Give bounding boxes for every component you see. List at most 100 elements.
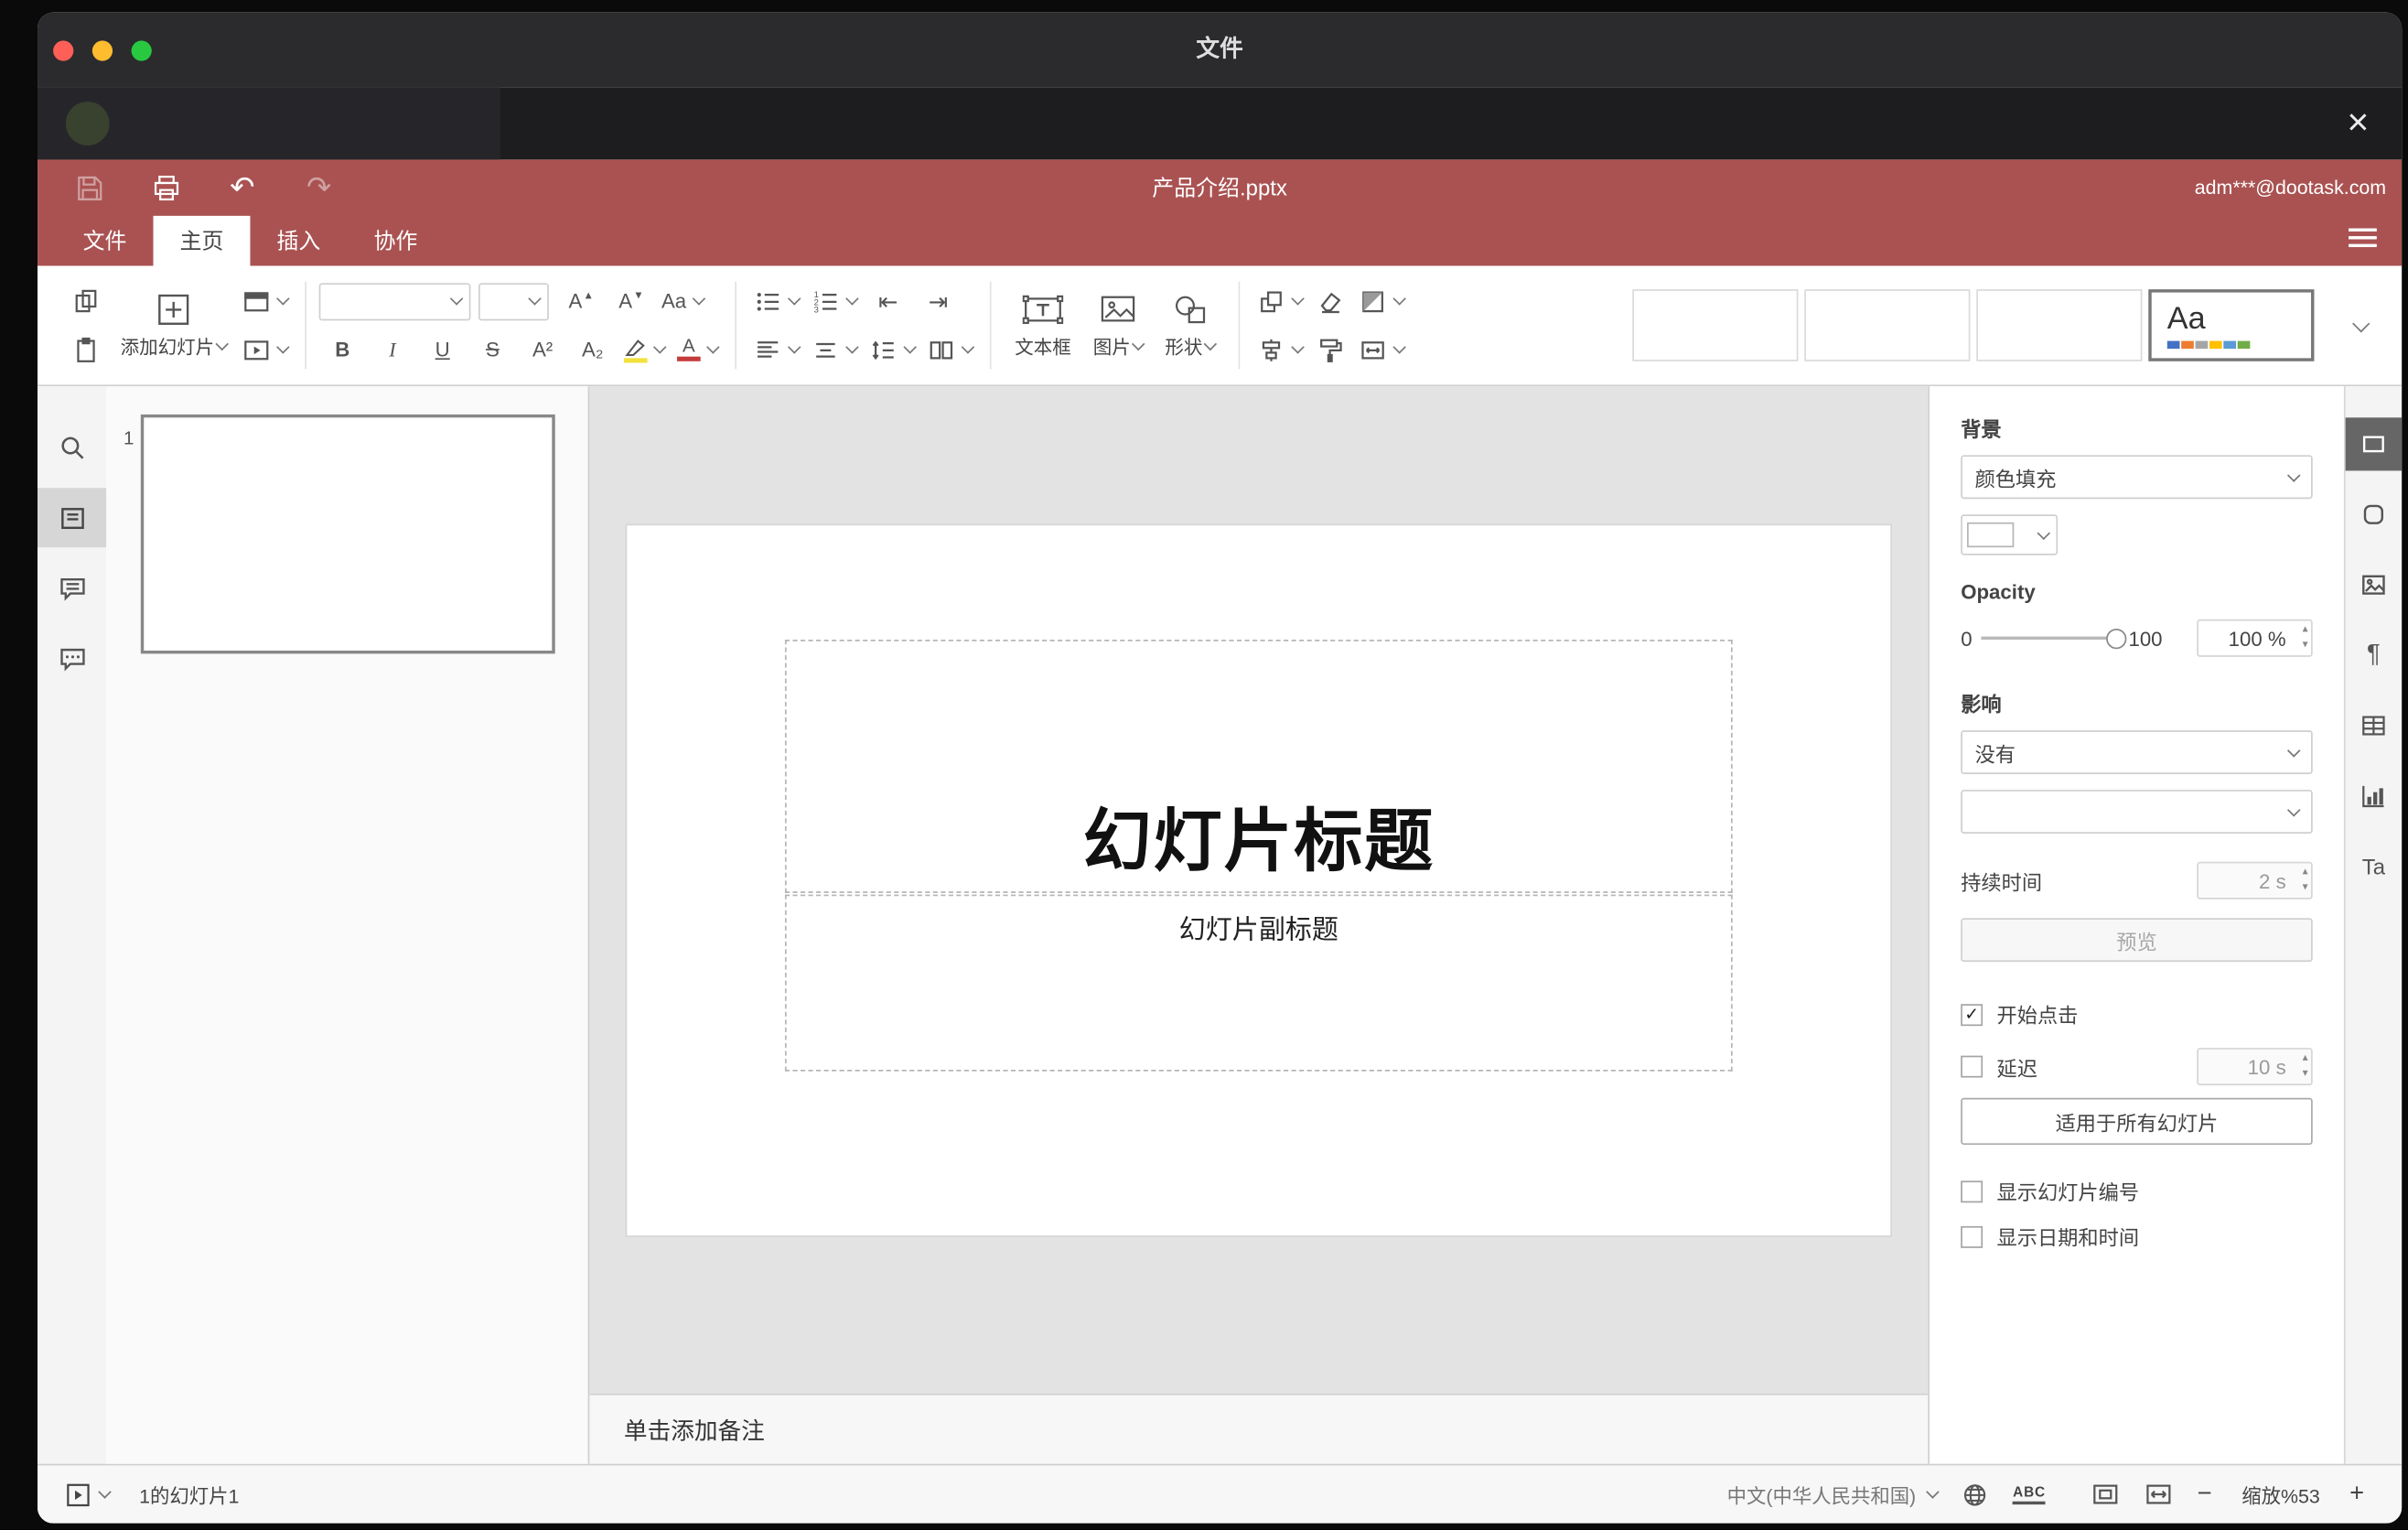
zoom-in-button[interactable]: + xyxy=(2349,1481,2364,1509)
comments-button[interactable] xyxy=(38,558,106,618)
language-select[interactable]: 中文(中华人民共和国) xyxy=(1727,1480,1940,1509)
redo-button[interactable]: ↷ xyxy=(302,170,337,205)
insert-textbox-button[interactable]: 文本框 xyxy=(1004,266,1081,385)
color-scheme-button[interactable] xyxy=(1354,282,1409,319)
delay-spinner[interactable]: ▴ ▾ xyxy=(2303,1051,2308,1083)
columns-button[interactable] xyxy=(922,330,977,368)
insert-shape-button[interactable]: 形状 xyxy=(1154,266,1226,385)
zoom-window-button[interactable] xyxy=(131,40,152,61)
opacity-slider-knob[interactable] xyxy=(2106,629,2127,650)
slide-layout-button[interactable] xyxy=(238,282,293,319)
copy-button[interactable] xyxy=(62,282,109,319)
strikeout-button[interactable]: S xyxy=(469,330,516,368)
fill-color-select[interactable] xyxy=(1961,514,2059,555)
add-slide-button[interactable]: 添加幻灯片 xyxy=(110,266,238,385)
opacity-input[interactable]: 100 % ▴ ▾ xyxy=(2197,619,2313,657)
subscript-button[interactable]: A₂ xyxy=(569,330,616,368)
spellcheck-button[interactable]: ABC xyxy=(2013,1484,2047,1505)
spin-down-icon[interactable]: ▾ xyxy=(2303,638,2308,653)
theme-blank-2[interactable] xyxy=(1804,289,1971,361)
slide-size-button[interactable] xyxy=(1354,330,1409,368)
bullet-list-button[interactable] xyxy=(749,282,804,319)
spin-up-icon[interactable]: ▴ xyxy=(2303,622,2308,638)
minimize-window-button[interactable] xyxy=(91,40,113,61)
feedback-button[interactable] xyxy=(38,629,106,688)
vertical-align-button[interactable] xyxy=(807,330,862,368)
theme-selected[interactable]: Aa xyxy=(2148,289,2315,361)
increase-indent-button[interactable]: ⇥ xyxy=(915,282,962,319)
preview-button[interactable]: 预览 xyxy=(1961,918,2313,963)
spin-down-icon[interactable]: ▾ xyxy=(2303,1067,2308,1083)
close-window-button[interactable] xyxy=(53,40,74,61)
apply-to-all-slides-button[interactable]: 适用于所有幻灯片 xyxy=(1961,1097,2313,1146)
font-name-combo[interactable] xyxy=(318,282,471,320)
bold-button[interactable]: B xyxy=(319,330,366,368)
start-slideshow-button[interactable] xyxy=(238,330,293,368)
theme-blank-3[interactable] xyxy=(1976,289,2143,361)
superscript-button[interactable]: A² xyxy=(519,330,565,368)
numbered-list-button[interactable]: 123 xyxy=(807,282,862,319)
tab-file[interactable]: 文件 xyxy=(57,216,154,266)
slide-thumbnail-1[interactable] xyxy=(140,414,555,654)
insert-image-button[interactable]: 图片 xyxy=(1082,266,1155,385)
slide-settings-tab[interactable] xyxy=(2344,417,2403,471)
start-on-click-checkbox[interactable]: ✓ xyxy=(1961,1003,1983,1026)
fit-to-slide-button[interactable] xyxy=(2091,1480,2121,1509)
table-settings-tab[interactable] xyxy=(2345,699,2402,752)
fill-type-select[interactable]: 颜色填充 xyxy=(1961,455,2313,500)
paste-button[interactable] xyxy=(62,330,109,368)
arrange-shapes-button[interactable] xyxy=(1252,282,1307,319)
opacity-spinner[interactable]: ▴ ▾ xyxy=(2303,622,2308,653)
spin-up-icon[interactable]: ▴ xyxy=(2303,1051,2308,1067)
copy-style-button[interactable] xyxy=(1307,330,1354,368)
print-button[interactable] xyxy=(148,170,183,205)
chart-settings-tab[interactable] xyxy=(2345,770,2402,823)
set-language-button[interactable] xyxy=(1962,1481,1990,1509)
duration-spinner[interactable]: ▴ ▾ xyxy=(2303,865,2308,896)
effect-select[interactable]: 没有 xyxy=(1961,730,2313,774)
horizontal-align-button[interactable] xyxy=(749,330,804,368)
show-slide-number-checkbox[interactable] xyxy=(1961,1180,1983,1202)
spin-up-icon[interactable]: ▴ xyxy=(2303,865,2308,880)
zoom-level[interactable]: 缩放%53 xyxy=(2235,1480,2326,1509)
undo-button[interactable]: ↶ xyxy=(225,170,260,205)
delay-checkbox[interactable] xyxy=(1961,1055,1983,1078)
increase-font-button[interactable]: A ▴ xyxy=(556,282,603,319)
shape-settings-tab[interactable] xyxy=(2345,488,2402,541)
theme-gallery-expand-button[interactable] xyxy=(2336,304,2382,348)
menu-icon[interactable] xyxy=(2349,228,2377,253)
fit-to-width-button[interactable] xyxy=(2145,1480,2174,1509)
zoom-out-button[interactable]: − xyxy=(2198,1481,2212,1509)
decrease-indent-button[interactable]: ⇤ xyxy=(865,282,911,319)
duration-input[interactable]: 2 s ▴ ▾ xyxy=(2197,861,2313,900)
opacity-slider[interactable] xyxy=(1981,629,2127,650)
save-button[interactable] xyxy=(72,170,107,205)
notes-area[interactable]: 单击添加备注 xyxy=(589,1393,1929,1464)
subtitle-placeholder[interactable]: 幻灯片副标题 xyxy=(784,894,1733,1072)
search-button[interactable] xyxy=(38,417,106,477)
change-case-button[interactable]: Aa xyxy=(657,282,708,319)
image-settings-tab[interactable] xyxy=(2345,558,2402,611)
canvas-area[interactable]: 幻灯片标题 幻灯片副标题 xyxy=(589,386,1928,1394)
tab-insert[interactable]: 插入 xyxy=(250,216,347,266)
underline-button[interactable]: U xyxy=(419,330,466,368)
textart-settings-tab[interactable]: Ta xyxy=(2345,840,2402,893)
highlight-color-button[interactable] xyxy=(619,330,670,368)
paragraph-settings-tab[interactable]: ¶ xyxy=(2345,629,2402,682)
tab-collaboration[interactable]: 协作 xyxy=(347,216,444,266)
font-size-combo[interactable] xyxy=(478,282,549,320)
slide-canvas[interactable]: 幻灯片标题 幻灯片副标题 xyxy=(627,525,1891,1236)
italic-button[interactable]: I xyxy=(369,330,415,368)
clear-style-button[interactable] xyxy=(1307,282,1354,319)
line-spacing-button[interactable] xyxy=(865,330,919,368)
close-icon[interactable]: × xyxy=(2333,97,2383,150)
start-slideshow-status-button[interactable] xyxy=(59,1476,114,1514)
theme-blank-1[interactable] xyxy=(1632,289,1799,361)
effect-type-select[interactable] xyxy=(1961,790,2313,834)
tab-home[interactable]: 主页 xyxy=(153,215,251,266)
title-placeholder[interactable]: 幻灯片标题 xyxy=(784,640,1733,893)
spin-down-icon[interactable]: ▾ xyxy=(2303,880,2308,896)
delay-input[interactable]: 10 s ▴ ▾ xyxy=(2197,1048,2313,1086)
show-date-time-checkbox[interactable] xyxy=(1961,1225,1983,1247)
decrease-font-button[interactable]: A ▾ xyxy=(607,282,653,319)
